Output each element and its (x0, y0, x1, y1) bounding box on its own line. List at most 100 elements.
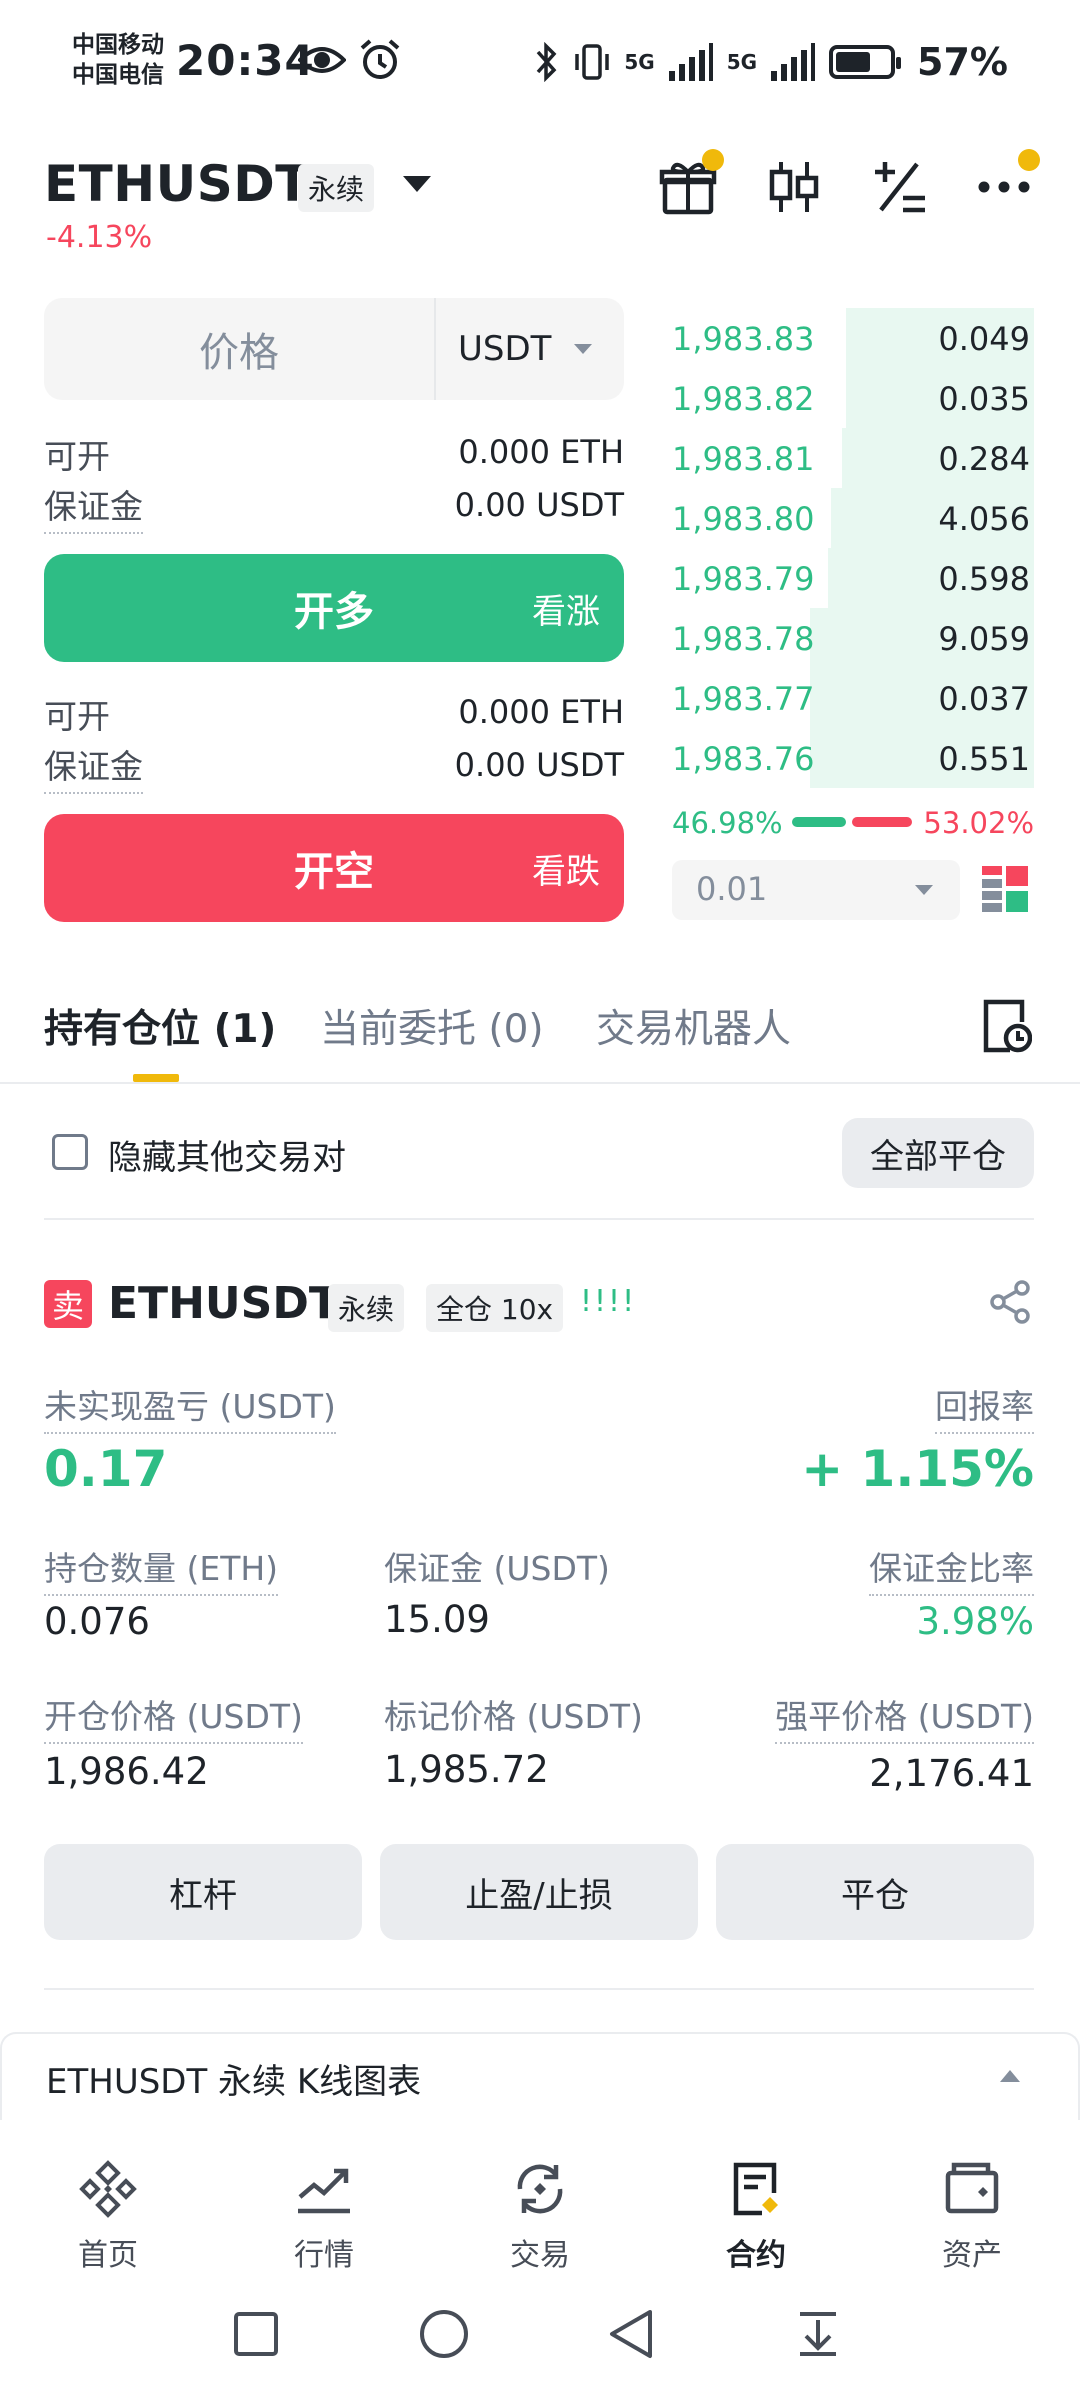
bottom-nav: 首页 行情 交易 合约 资产 (0, 2120, 1080, 2280)
unrealized-pnl-value: 0.17 (44, 1440, 168, 1498)
position-size-value: 0.076 (44, 1600, 150, 1643)
signal-icon-2 (771, 43, 816, 81)
filter-divider (44, 1218, 1034, 1220)
order-book-layout-icon[interactable] (982, 866, 1028, 916)
gift-icon[interactable] (656, 149, 724, 219)
buy-ratio: 46.98% (672, 806, 783, 840)
carrier-1: 中国移动 (72, 32, 164, 58)
nav-markets-label: 行情 (294, 2238, 354, 2273)
short-available-label: 可开 (44, 697, 110, 736)
carrier-names: 中国移动 中国电信 (72, 30, 164, 90)
roe-value: + 1.15% (801, 1440, 1034, 1498)
bid-price: 1,983.77 (672, 680, 815, 718)
tab-trading-bots[interactable]: 交易机器人 (596, 998, 791, 1054)
margin-ratio-value: 3.98% (916, 1600, 1034, 1643)
nav-home[interactable]: 首页 (28, 2120, 188, 2274)
candlestick-chart-icon[interactable] (762, 155, 826, 219)
price-change-percent: -4.13% (46, 220, 153, 255)
home-circle-icon[interactable] (418, 2308, 470, 2360)
signal-icon-1 (668, 43, 713, 81)
nav-futures-label: 合约 (726, 2238, 786, 2273)
nav-futures[interactable]: 合约 (676, 2120, 836, 2274)
order-history-icon[interactable] (980, 998, 1033, 1058)
symbol-dropdown-caret-icon[interactable] (400, 172, 434, 200)
order-book-row[interactable]: 1,983.79 0.598 (672, 548, 1034, 608)
tab-positions[interactable]: 持有仓位 (1) (44, 998, 276, 1054)
position-symbol[interactable]: ETHUSDT (108, 1278, 339, 1329)
short-margin-value: 0.00 USDT (454, 746, 624, 784)
entry-price-label[interactable]: 开仓价格 (USDT) (44, 1690, 303, 1744)
order-book-row[interactable]: 1,983.83 0.049 (672, 308, 1034, 368)
order-book-row[interactable]: 1,983.78 9.059 (672, 608, 1034, 668)
liquidation-price-value: 2,176.41 (869, 1752, 1034, 1795)
battery-icon (829, 45, 902, 79)
roe-label[interactable]: 回报率 (935, 1380, 1034, 1434)
tab-open-orders[interactable]: 当前委托 (0) (320, 998, 544, 1054)
bid-qty: 0.551 (938, 740, 1030, 778)
bid-price: 1,983.82 (672, 380, 815, 418)
contract-type-tag: 永续 (298, 164, 375, 212)
short-available-value: 0.000 ETH (458, 693, 624, 731)
price-input[interactable]: 价格 (44, 298, 434, 400)
hide-other-pairs-label[interactable]: 隐藏其他交易对 (108, 1130, 346, 1179)
nav-markets[interactable]: 行情 (244, 2120, 404, 2274)
short-margin-label[interactable]: 保证金 (44, 740, 143, 794)
eye-icon (297, 40, 347, 84)
open-short-button[interactable]: 开空 看跌 (44, 814, 624, 922)
position-size-label[interactable]: 持仓数量 (ETH) (44, 1542, 279, 1596)
margin-ratio-label[interactable]: 保证金比率 (869, 1542, 1034, 1596)
share-icon[interactable] (988, 1280, 1032, 1328)
sell-ratio-bar (852, 817, 912, 827)
liquidation-price-label[interactable]: 强平价格 (USDT) (775, 1690, 1034, 1744)
margin-value: 15.09 (384, 1598, 490, 1641)
symbol-title[interactable]: ETHUSDT (44, 155, 310, 213)
hide-other-pairs-checkbox[interactable] (52, 1134, 88, 1170)
bid-qty: 0.049 (938, 320, 1030, 358)
trade-swap-icon (505, 2154, 575, 2224)
close-all-button[interactable]: 全部平仓 (842, 1118, 1034, 1188)
unrealized-pnl-label[interactable]: 未实现盈亏 (USDT) (44, 1380, 336, 1434)
price-input-box[interactable]: 价格 USDT (44, 298, 624, 400)
price-step-select[interactable]: 0.01 (672, 860, 960, 920)
wallet-icon (937, 2154, 1007, 2224)
order-book-row[interactable]: 1,983.80 4.056 (672, 488, 1034, 548)
back-triangle-icon[interactable] (606, 2308, 656, 2360)
binance-logo-icon (73, 2154, 143, 2224)
order-book-row[interactable]: 1,983.82 0.035 (672, 368, 1034, 428)
status-time: 20:34 (176, 36, 315, 85)
bid-price: 1,983.78 (672, 620, 815, 658)
order-book-row[interactable]: 1,983.81 0.284 (672, 428, 1034, 488)
kline-panel-header[interactable]: ETHUSDT 永续 K线图表 (0, 2032, 1080, 2120)
side-badge: 卖 (44, 1280, 92, 1328)
order-book-row[interactable]: 1,983.76 0.551 (672, 728, 1034, 788)
futures-doc-icon (721, 2154, 791, 2224)
bid-qty: 0.598 (938, 560, 1030, 598)
open-long-sublabel: 看涨 (532, 591, 600, 632)
bid-qty: 0.035 (938, 380, 1030, 418)
tp-sl-button[interactable]: 止盈/止损 (380, 1844, 698, 1940)
carrier-2: 中国电信 (72, 62, 164, 88)
recent-apps-icon[interactable] (232, 2310, 280, 2358)
close-position-button[interactable]: 平仓 (716, 1844, 1034, 1940)
nav-trade[interactable]: 交易 (460, 2120, 620, 2274)
leverage-button[interactable]: 杠杆 (44, 1844, 362, 1940)
long-margin-label[interactable]: 保证金 (44, 480, 143, 534)
network-type-2: 5G (726, 50, 758, 74)
mark-price-label: 标记价格 (USDT) (384, 1697, 643, 1736)
entry-price-value: 1,986.42 (44, 1750, 209, 1793)
open-long-button[interactable]: 开多 看涨 (44, 554, 624, 662)
network-type-1: 5G (624, 50, 655, 74)
margin-mode-tag: 全仓 10x (426, 1284, 564, 1332)
nav-assets[interactable]: 资产 (892, 2120, 1052, 2274)
active-tab-indicator (133, 1074, 179, 1082)
bid-qty: 0.037 (938, 680, 1030, 718)
bid-price: 1,983.76 (672, 740, 815, 778)
more-menu-icon[interactable] (972, 149, 1040, 219)
order-book-row[interactable]: 1,983.77 0.037 (672, 668, 1034, 728)
price-unit-select[interactable]: USDT (458, 298, 593, 400)
chevron-down-icon (915, 885, 933, 895)
bid-price: 1,983.79 (672, 560, 815, 598)
calculator-icon[interactable] (868, 155, 932, 219)
notification-pulldown-icon[interactable] (796, 2310, 840, 2358)
bid-qty: 0.284 (938, 440, 1030, 478)
